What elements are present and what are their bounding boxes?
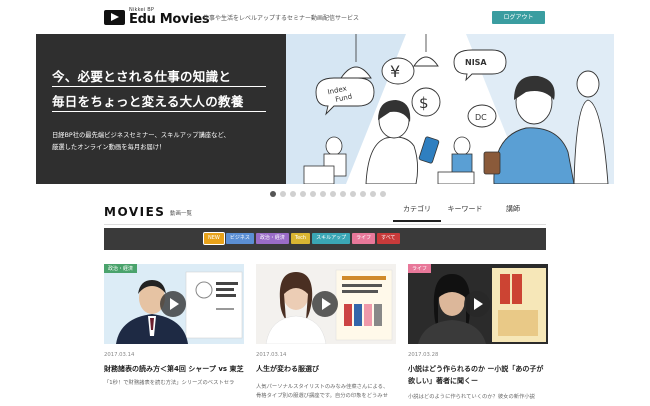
site-tagline: 仕事や生活をレベルアップするセミナー動画配信サービス xyxy=(203,15,360,22)
movie-card[interactable]: 政治・経済 2017.03.14 財務諸表の読み方＜第4回 シャープ vs 東芝… xyxy=(104,264,244,386)
carousel-dot[interactable] xyxy=(330,191,336,197)
category-politics-economy[interactable]: 政治・経済 xyxy=(255,233,289,244)
card-date: 2017.03.14 xyxy=(104,352,135,358)
hero-headline-1: 今、必要とされる仕事の知識と xyxy=(52,69,232,84)
carousel-dot[interactable] xyxy=(360,191,366,197)
card-title[interactable]: 人生が変わる服選び xyxy=(256,363,396,375)
hero-illustration: Index Fund ¥ $ NISA DC xyxy=(286,34,614,184)
video-thumbnail[interactable]: ライフ xyxy=(408,264,548,344)
card-description-2: 骨格タイプ別の服選び講座です。自分の印象をどうみせ xyxy=(256,393,388,399)
card-date: 2017.03.28 xyxy=(408,352,439,358)
bubble-nisa: NISA xyxy=(465,58,487,67)
play-icon[interactable] xyxy=(160,291,186,317)
carousel-dot[interactable] xyxy=(300,191,306,197)
carousel-dot[interactable] xyxy=(280,191,286,197)
carousel-dot[interactable] xyxy=(350,191,356,197)
card-description: 小説はどのように作られていくのか？彼女の新作小説 xyxy=(408,394,535,400)
play-icon[interactable] xyxy=(464,291,490,317)
tab-keyword[interactable]: キーワード xyxy=(441,204,489,222)
card-title-1[interactable]: 小説はどう作られるのか ー小説「あの子が xyxy=(408,363,548,375)
hero-underline xyxy=(52,111,266,112)
video-thumbnail[interactable]: 政治・経済 xyxy=(104,264,244,344)
category-tech[interactable]: Tech xyxy=(290,233,311,244)
category-new[interactable]: NEW xyxy=(203,232,225,245)
play-logo-icon xyxy=(104,9,125,25)
movie-card[interactable]: 2017.03.14 人生が変わる服選び 人気パーソナルスタイリストのみなみ佳菜… xyxy=(256,264,396,399)
bubble-yen: ¥ xyxy=(390,62,400,81)
site-header: Nikkei BP Edu Movies 仕事や生活をレベルアップするセミナー動… xyxy=(0,0,650,34)
card-title-2[interactable]: 欲しい」著者に聞くー xyxy=(408,375,548,387)
tabs-divider xyxy=(104,224,546,225)
category-badge: 政治・経済 xyxy=(104,264,138,273)
carousel-dot[interactable] xyxy=(310,191,316,197)
hero-underline xyxy=(52,86,266,87)
carousel-dot[interactable] xyxy=(290,191,296,197)
hero-headline-2: 毎日をちょっと変える大人の教養 xyxy=(52,94,244,109)
category-all[interactable]: すべて xyxy=(377,233,400,244)
hero-banner[interactable]: 今、必要とされる仕事の知識と 毎日をちょっと変える大人の教養 日経BP社の最先端… xyxy=(36,34,614,184)
hero-description-2: 厳選したオンライン動画を毎月お届け！ xyxy=(52,144,166,151)
card-description-1: 人気パーソナルスタイリストのみなみ佳菜さんによる、 xyxy=(256,384,389,390)
carousel-dot[interactable] xyxy=(320,191,326,197)
logo-main: Edu Movies xyxy=(129,12,210,27)
card-description: 「1秒！で財務諸表を読む方法」シリーズのベストセラ xyxy=(104,380,235,386)
card-date: 2017.03.14 xyxy=(256,352,287,358)
movie-card[interactable]: ライフ 2017.03.28 小説はどう作られるのか ー小説「あの子が 欲しい」… xyxy=(408,264,548,400)
site-logo[interactable]: Nikkei BP Edu Movies xyxy=(104,7,210,27)
category-filters: NEW ビジネス 政治・経済 Tech スキルアップ ライフ すべて xyxy=(203,232,400,245)
tab-instructor[interactable]: 講師 xyxy=(489,204,537,222)
play-icon[interactable] xyxy=(312,291,338,317)
category-business[interactable]: ビジネス xyxy=(225,233,254,244)
movies-title: MOVIES xyxy=(104,205,166,219)
category-badge: ライフ xyxy=(408,264,432,273)
logout-button[interactable]: ログアウト xyxy=(492,11,545,24)
bubble-dc: DC xyxy=(475,113,487,122)
category-life[interactable]: ライフ xyxy=(352,233,376,244)
carousel-dot[interactable] xyxy=(370,191,376,197)
hero-description-1: 日経BP社の最先端ビジネスセミナー、スキルアップ講座など、 xyxy=(52,132,230,139)
video-thumbnail[interactable] xyxy=(256,264,396,344)
movies-subtitle: 動画一覧 xyxy=(170,211,193,217)
carousel-dot[interactable] xyxy=(270,191,276,197)
category-skillup[interactable]: スキルアップ xyxy=(312,233,351,244)
carousel-dot[interactable] xyxy=(340,191,346,197)
bubble-dollar: $ xyxy=(419,94,429,112)
tab-category[interactable]: カテゴリ xyxy=(393,204,441,222)
card-title[interactable]: 財務諸表の読み方＜第4回 シャープ vs 東芝＞ xyxy=(104,363,244,375)
movies-tabs: カテゴリ キーワード 講師 xyxy=(393,204,537,222)
carousel-dots xyxy=(270,191,386,197)
carousel-dot[interactable] xyxy=(380,191,386,197)
